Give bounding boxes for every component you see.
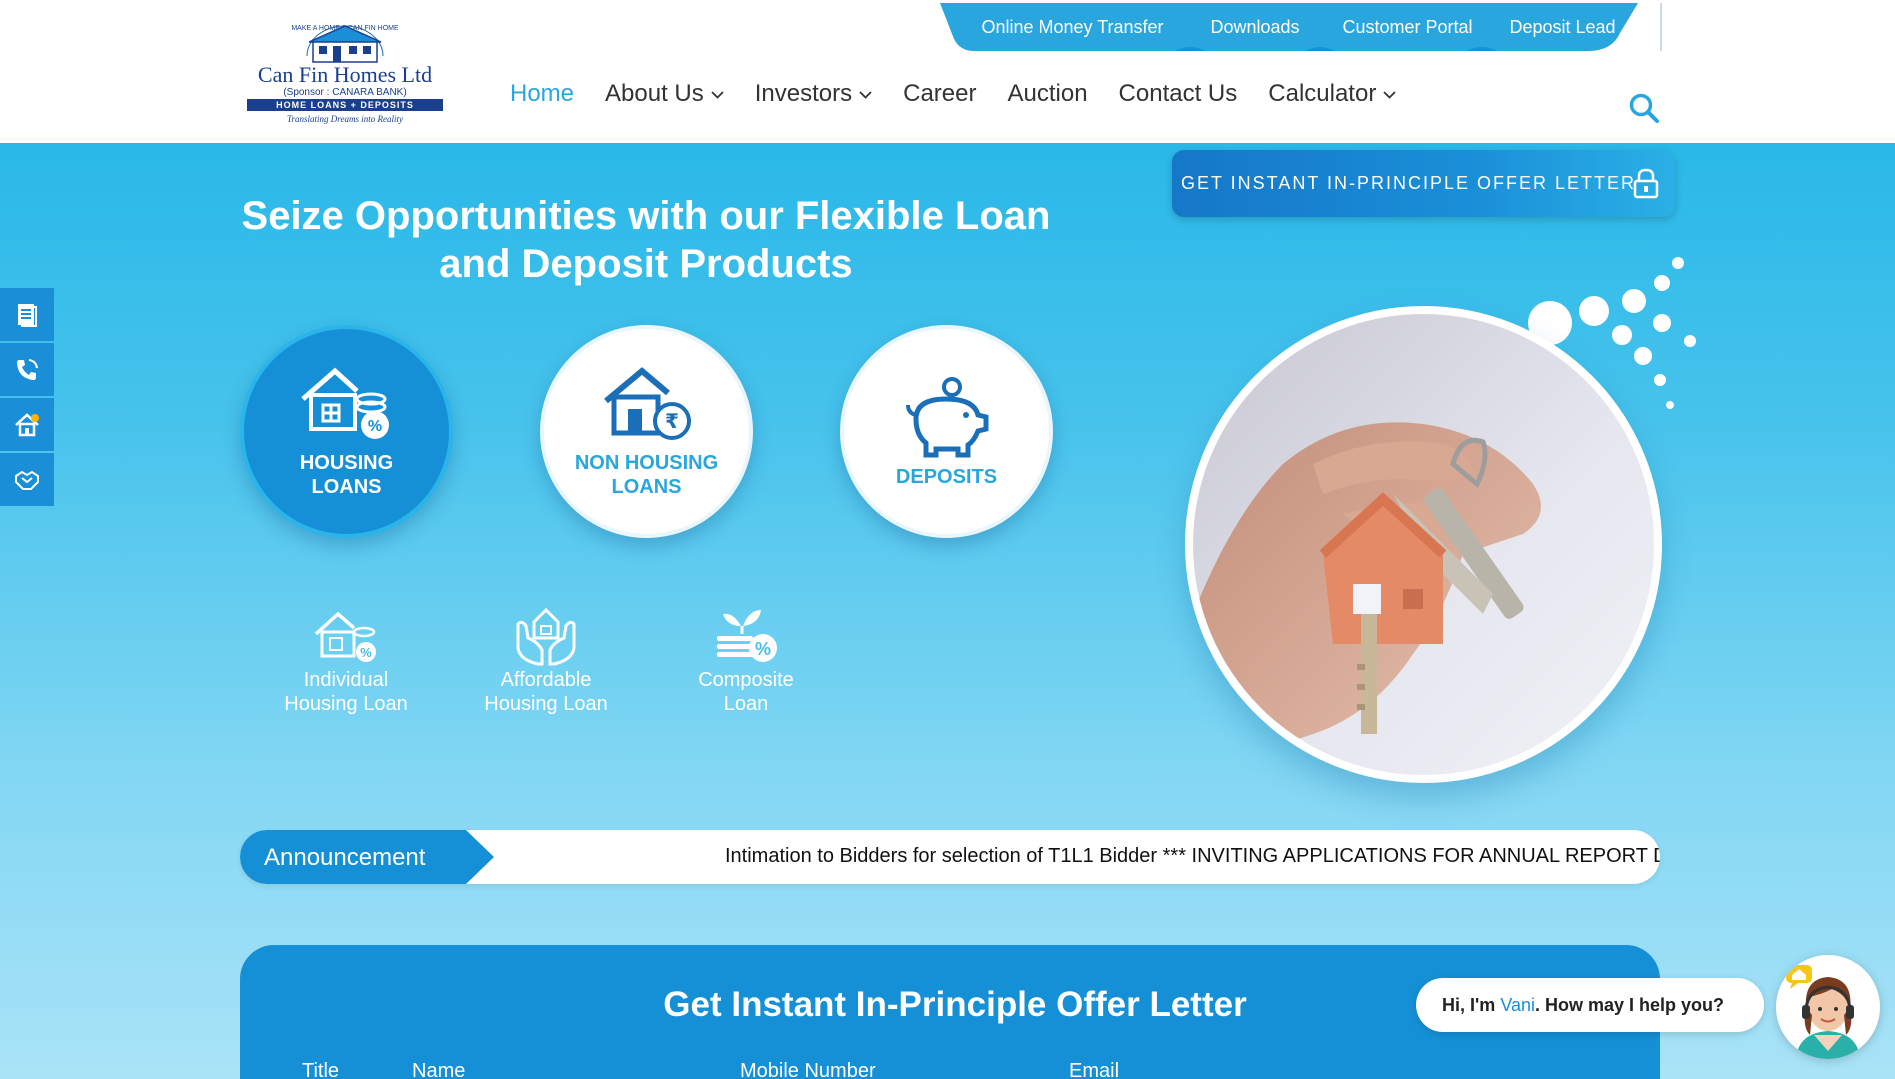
svg-text:₹: ₹ xyxy=(665,409,679,433)
nav-calculator[interactable]: Calculator xyxy=(1268,80,1396,108)
utility-link-customer-portal[interactable]: Customer Portal xyxy=(1325,3,1490,51)
chat-avatar-button[interactable] xyxy=(1776,955,1880,1059)
hero-title-line2: and Deposit Products xyxy=(439,242,853,286)
search-icon[interactable] xyxy=(1628,92,1660,124)
product-non-housing-loans[interactable]: ₹ NON HOUSING LOANS xyxy=(540,325,753,538)
instant-offer-button-label: GET INSTANT IN-PRINCIPLE OFFER LETTER xyxy=(1181,173,1637,193)
logo-tagline: Translating Dreams into Reality xyxy=(287,114,403,124)
nav-auction[interactable]: Auction xyxy=(1007,80,1087,108)
chevron-down-icon xyxy=(1383,90,1396,99)
subproduct-composite-loan[interactable]: % Composite Loan xyxy=(671,606,821,716)
house-keys-illustration xyxy=(1193,314,1654,775)
logo-company-name: Can Fin Homes Ltd xyxy=(258,62,432,87)
utility-link-online-money-transfer[interactable]: Online Money Transfer xyxy=(970,3,1175,51)
subproduct-affordable-housing-loan-label: Affordable Housing Loan xyxy=(484,668,607,716)
chevron-down-icon xyxy=(711,90,724,99)
announcement-label: Announcement xyxy=(264,844,426,871)
home-icon xyxy=(15,412,39,436)
form-label-mobile: Mobile Number xyxy=(740,1060,876,1079)
utility-link-downloads[interactable]: Downloads xyxy=(1185,3,1325,51)
piggy-bank-icon xyxy=(905,376,988,457)
subproduct-individual-line1: Individual xyxy=(303,669,389,691)
product-non-housing-loans-line1: NON HOUSING xyxy=(574,451,719,474)
subproduct-composite-loan-label: Composite Loan xyxy=(698,668,794,716)
side-tool-documents[interactable] xyxy=(0,288,54,341)
document-icon xyxy=(18,303,37,327)
nav-investors[interactable]: Investors xyxy=(755,80,872,108)
hero-title: Seize Opportunities with our Flexible Lo… xyxy=(220,192,1072,288)
product-deposits-line1: DEPOSITS xyxy=(895,465,998,488)
nav-career[interactable]: Career xyxy=(903,80,976,108)
logo-strip: HOME LOANS + DEPOSITS xyxy=(276,100,414,110)
affordable-housing-icon xyxy=(516,607,576,666)
individual-housing-icon: % xyxy=(314,611,376,662)
nav-contact-us[interactable]: Contact Us xyxy=(1119,80,1238,108)
utility-link-deposit-lead[interactable]: Deposit Lead xyxy=(1490,3,1635,51)
chat-greeting-suffix: . How may I help you? xyxy=(1535,994,1725,1015)
subproduct-composite-line2: Loan xyxy=(723,693,769,715)
product-housing-loans-line1: HOUSING xyxy=(299,451,394,474)
chat-greeting-bubble[interactable]: Hi, I'm Vani. How may I help you? xyxy=(1416,978,1764,1032)
svg-text:%: % xyxy=(367,418,381,435)
lock-icon xyxy=(1633,168,1659,199)
subproduct-individual-housing-loan[interactable]: % Individual Housing Loan xyxy=(271,610,421,716)
main-nav: Home About Us Investors Career Auction C… xyxy=(510,80,1427,108)
company-logo[interactable]: MAKE A HOME A CAN FIN HOME Can Fin Homes… xyxy=(245,18,445,130)
nav-calculator-label: Calculator xyxy=(1268,80,1377,107)
side-tool-partner[interactable] xyxy=(0,453,54,506)
side-toolbar xyxy=(0,288,54,508)
instant-offer-button[interactable]: GET INSTANT IN-PRINCIPLE OFFER LETTER xyxy=(1172,150,1675,217)
announcement-bar: Announcement Intimation to Bidders for s… xyxy=(240,830,1660,884)
subproduct-affordable-line1: Affordable xyxy=(500,669,592,691)
chat-bot-name: Vani xyxy=(1500,994,1536,1015)
nav-about-us[interactable]: About Us xyxy=(605,80,724,108)
chat-agent-avatar-icon xyxy=(1776,955,1880,1059)
product-deposits-label: DEPOSITS xyxy=(896,465,997,489)
nav-about-us-label: About Us xyxy=(605,80,704,107)
product-housing-loans[interactable]: % HOUSING LOANS xyxy=(240,325,453,538)
chat-greeting-prefix: Hi, I'm xyxy=(1442,994,1496,1015)
site-header: MAKE A HOME A CAN FIN HOME Can Fin Homes… xyxy=(0,0,1895,143)
svg-text:%: % xyxy=(360,645,372,660)
form-label-title: Title xyxy=(302,1060,340,1079)
logo-sponsor: (Sponsor : CANARA BANK) xyxy=(283,87,406,98)
product-housing-loans-line2: LOANS xyxy=(311,475,382,498)
hero-title-line1: Seize Opportunities with our Flexible Lo… xyxy=(241,194,1051,238)
hero-photo-house-keys xyxy=(1185,306,1662,783)
side-tool-call[interactable] xyxy=(0,343,54,396)
product-non-housing-loans-label: NON HOUSING LOANS xyxy=(575,451,718,499)
utility-divider xyxy=(1660,3,1662,51)
nav-home[interactable]: Home xyxy=(510,80,574,108)
form-label-name: Name xyxy=(412,1060,466,1079)
composite-loan-icon: % xyxy=(717,610,777,662)
utility-nav: Online Money Transfer Downloads Customer… xyxy=(940,3,1640,51)
nav-home-label: Home xyxy=(510,80,575,107)
subproduct-individual-line2: Housing Loan xyxy=(284,693,408,715)
announcement-ticker[interactable]: Intimation to Bidders for selection of T… xyxy=(725,845,1660,868)
non-housing-loan-icon: ₹ xyxy=(603,366,691,440)
chevron-down-icon xyxy=(859,90,872,99)
product-deposits[interactable]: DEPOSITS xyxy=(840,325,1053,538)
product-non-housing-loans-line2: LOANS xyxy=(611,475,682,498)
subproduct-composite-line1: Composite xyxy=(698,669,794,691)
form-label-email: Email xyxy=(1069,1060,1120,1079)
side-tool-home[interactable] xyxy=(0,398,54,451)
nav-auction-label: Auction xyxy=(1007,80,1088,107)
housing-loan-icon: % xyxy=(300,367,389,439)
product-housing-loans-label: HOUSING LOANS xyxy=(300,451,393,499)
nav-contact-us-label: Contact Us xyxy=(1118,80,1238,107)
subproduct-affordable-line2: Housing Loan xyxy=(484,693,608,715)
nav-career-label: Career xyxy=(903,80,977,107)
svg-text:%: % xyxy=(755,639,771,659)
handshake-icon xyxy=(15,470,39,490)
phone-icon xyxy=(17,358,38,380)
subproduct-affordable-housing-loan[interactable]: Affordable Housing Loan xyxy=(471,604,621,716)
subproduct-individual-housing-loan-label: Individual Housing Loan xyxy=(284,668,407,716)
nav-investors-label: Investors xyxy=(754,80,853,107)
